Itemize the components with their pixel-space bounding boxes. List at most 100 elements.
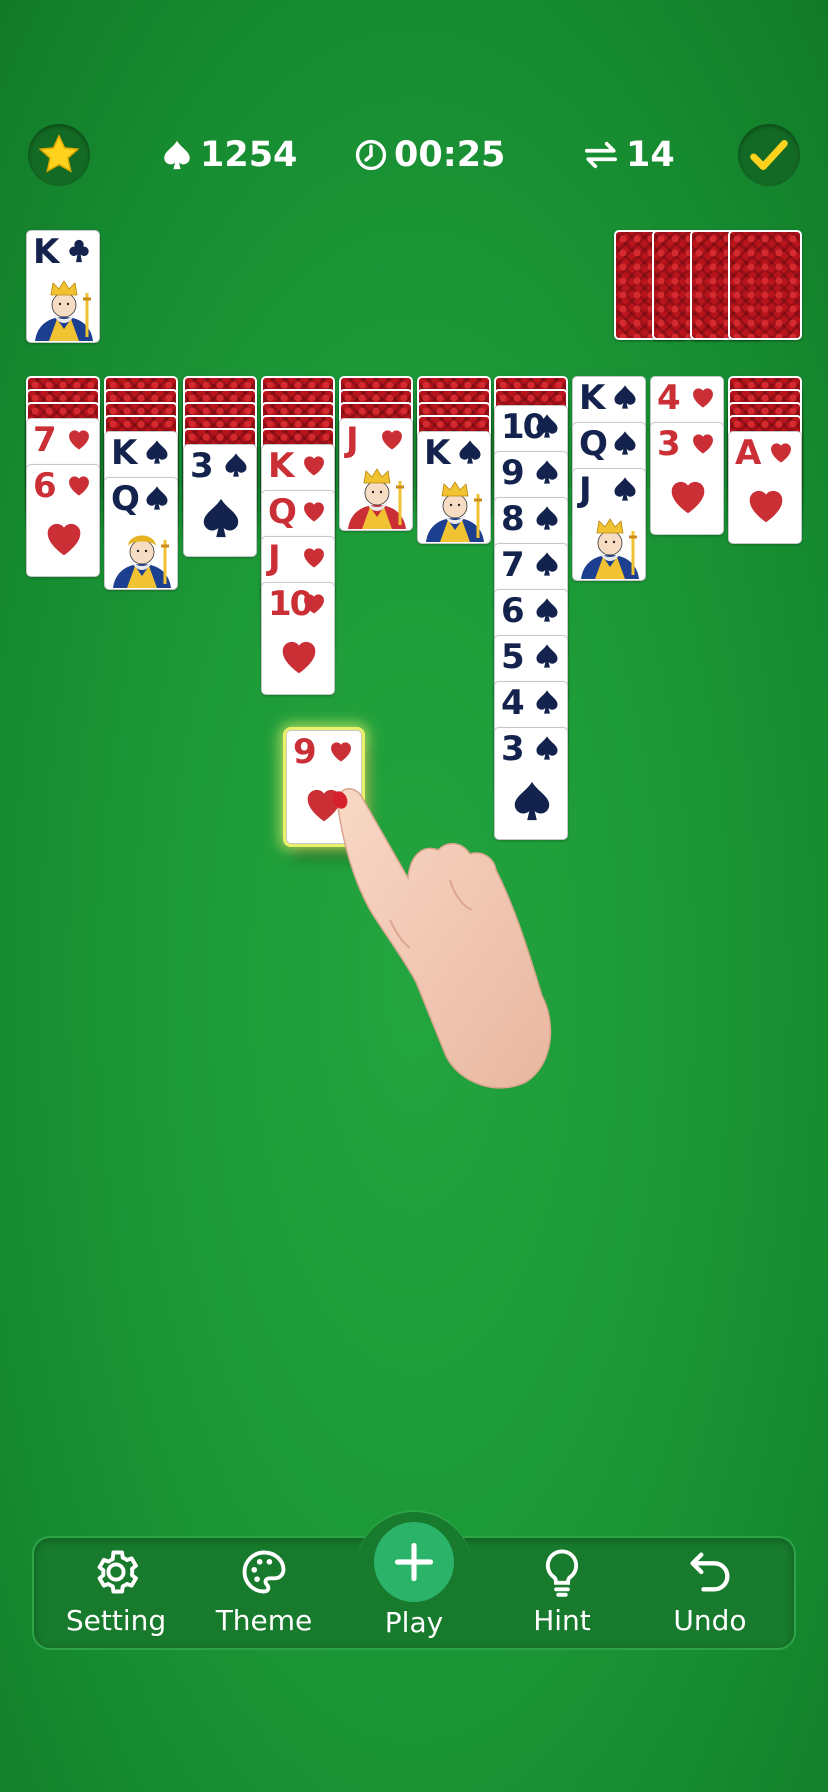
spade-icon: [146, 440, 168, 464]
card-rank: J: [346, 420, 359, 460]
card-rank: K: [268, 446, 294, 486]
gear-icon: [97, 1550, 138, 1594]
heart-large-icon: [749, 490, 783, 523]
jack-portrait-icon: [581, 518, 639, 579]
card-rank: J: [579, 470, 592, 510]
heart-icon: [304, 502, 324, 522]
swap-arrows-icon: [584, 141, 618, 169]
score-display: 1254: [160, 134, 297, 176]
score-value: 1254: [200, 135, 298, 175]
lightbulb-icon: [545, 1549, 579, 1597]
playing-card-A-of-hearts[interactable]: A: [728, 431, 802, 544]
spade-icon: [164, 140, 190, 170]
card-rank: 7: [33, 420, 57, 460]
hint-button[interactable]: Hint: [492, 1546, 632, 1646]
spade-icon: [536, 736, 558, 760]
queen-portrait-icon: [113, 535, 171, 588]
spade-icon: [614, 385, 636, 409]
playing-card-J-of-spades[interactable]: J: [572, 468, 646, 581]
spade-icon: [146, 486, 168, 510]
spade-icon: [536, 598, 558, 622]
play-button[interactable]: [374, 1522, 454, 1602]
daily-challenge-button[interactable]: [28, 124, 90, 186]
spade-icon: [536, 460, 558, 484]
spade-icon: [614, 477, 636, 501]
playing-card-K-of-clubs[interactable]: K: [26, 230, 100, 343]
spade-icon: [614, 431, 636, 455]
heart-icon: [771, 443, 791, 463]
star-icon: [38, 133, 80, 173]
card-rank: K: [111, 433, 137, 473]
heart-large-icon: [47, 523, 81, 556]
card-rank: 9: [501, 453, 525, 493]
moves-value: 14: [626, 135, 675, 175]
heart-icon: [304, 594, 324, 614]
setting-button[interactable]: Setting: [46, 1546, 186, 1646]
spade-icon: [536, 414, 558, 438]
card-rank: 6: [33, 466, 57, 506]
playing-card-3-of-hearts[interactable]: 3: [650, 422, 724, 535]
card-rank: 6: [501, 591, 525, 631]
playing-card-K-of-spades[interactable]: K: [417, 431, 491, 544]
king-portrait-icon: [426, 481, 484, 542]
card-rank: 3: [190, 446, 214, 486]
spade-icon: [459, 440, 481, 464]
timer-value: 00:25: [394, 135, 506, 175]
theme-label: Theme: [215, 1604, 313, 1637]
heart-icon: [382, 430, 402, 450]
club-icon: [69, 239, 89, 263]
moves-display: 14: [582, 134, 675, 176]
heart-icon: [69, 430, 89, 450]
playing-card-J-of-hearts[interactable]: J: [339, 418, 413, 531]
undo-arrow-icon: [690, 1552, 730, 1592]
theme-button[interactable]: Theme: [194, 1546, 334, 1646]
card-rank: 5: [501, 637, 525, 677]
stock-card: [728, 230, 802, 340]
playing-card-6-of-hearts[interactable]: 6: [26, 464, 100, 577]
timer-display: 00:25: [354, 134, 505, 176]
play-label-wrap: Play: [344, 1600, 484, 1700]
spade-icon: [536, 552, 558, 576]
spade-icon: [536, 644, 558, 668]
play-label: Play: [384, 1606, 444, 1639]
checkmark-icon: [750, 140, 788, 170]
spade-icon: [536, 506, 558, 530]
heart-icon: [304, 456, 324, 476]
card-rank: 8: [501, 499, 525, 539]
clock-icon: [355, 139, 387, 171]
card-rank: 4: [657, 378, 681, 418]
playing-card-10-of-hearts[interactable]: 10: [261, 582, 335, 695]
heart-icon: [304, 548, 324, 568]
playing-card-3-of-spades[interactable]: 3: [183, 444, 257, 557]
setting-label: Setting: [65, 1604, 167, 1637]
undo-label: Undo: [673, 1604, 747, 1637]
card-rank: 9: [293, 732, 317, 772]
playing-card-Q-of-spades[interactable]: Q: [104, 477, 178, 590]
palette-icon: [242, 1550, 286, 1594]
tutorial-hand-pointer: [332, 788, 552, 1089]
hint-label: Hint: [533, 1604, 591, 1637]
spade-large-icon: [203, 498, 239, 538]
plus-icon: [394, 1542, 434, 1582]
heart-icon: [693, 434, 713, 454]
card-rank: 3: [657, 424, 681, 464]
heart-large-icon: [671, 481, 705, 514]
spade-icon: [536, 690, 558, 714]
card-rank: J: [268, 538, 281, 578]
card-rank: 7: [501, 545, 525, 585]
card-rank: Q: [579, 424, 608, 464]
achievements-button[interactable]: [738, 124, 800, 186]
top-status-bar: 1254 00:25 14: [0, 124, 828, 190]
card-rank: K: [424, 433, 450, 473]
jack-portrait-icon: [348, 468, 406, 529]
card-rank: K: [33, 232, 59, 272]
heart-icon: [69, 476, 89, 496]
undo-button[interactable]: Undo: [640, 1546, 780, 1646]
spade-icon: [225, 453, 247, 477]
card-rank: 4: [501, 683, 525, 723]
card-rank: Q: [268, 492, 297, 532]
card-rank: Q: [111, 479, 140, 519]
card-rank: A: [735, 433, 761, 473]
card-rank: K: [579, 378, 605, 418]
heart-icon: [693, 388, 713, 408]
